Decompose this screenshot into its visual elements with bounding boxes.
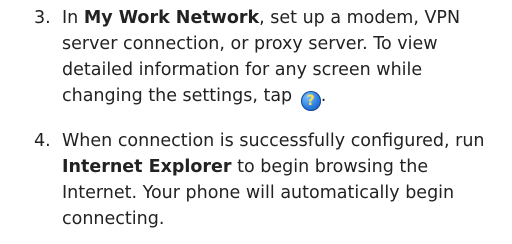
step-text-pre: In — [62, 8, 84, 28]
app-name-internet-explorer: Internet Explorer — [62, 157, 232, 177]
step-4: 4. When connection is successfully confi… — [0, 128, 512, 232]
step-text-post: . — [320, 86, 327, 106]
step-text: In My Work Network, set up a modem, VPN … — [62, 8, 460, 111]
step-3: 3. In My Work Network, set up a modem, V… — [0, 5, 512, 111]
step-number: 4. — [34, 131, 51, 151]
menu-name-my-work-network: My Work Network — [83, 8, 260, 28]
step-text: When connection is successfully configur… — [62, 131, 485, 229]
step-number: 3. — [34, 8, 51, 28]
instruction-steps: 3. In My Work Network, set up a modem, V… — [0, 0, 512, 232]
step-text-pre: When connection is successfully configur… — [62, 131, 485, 151]
help-icon: ? — [300, 91, 321, 111]
